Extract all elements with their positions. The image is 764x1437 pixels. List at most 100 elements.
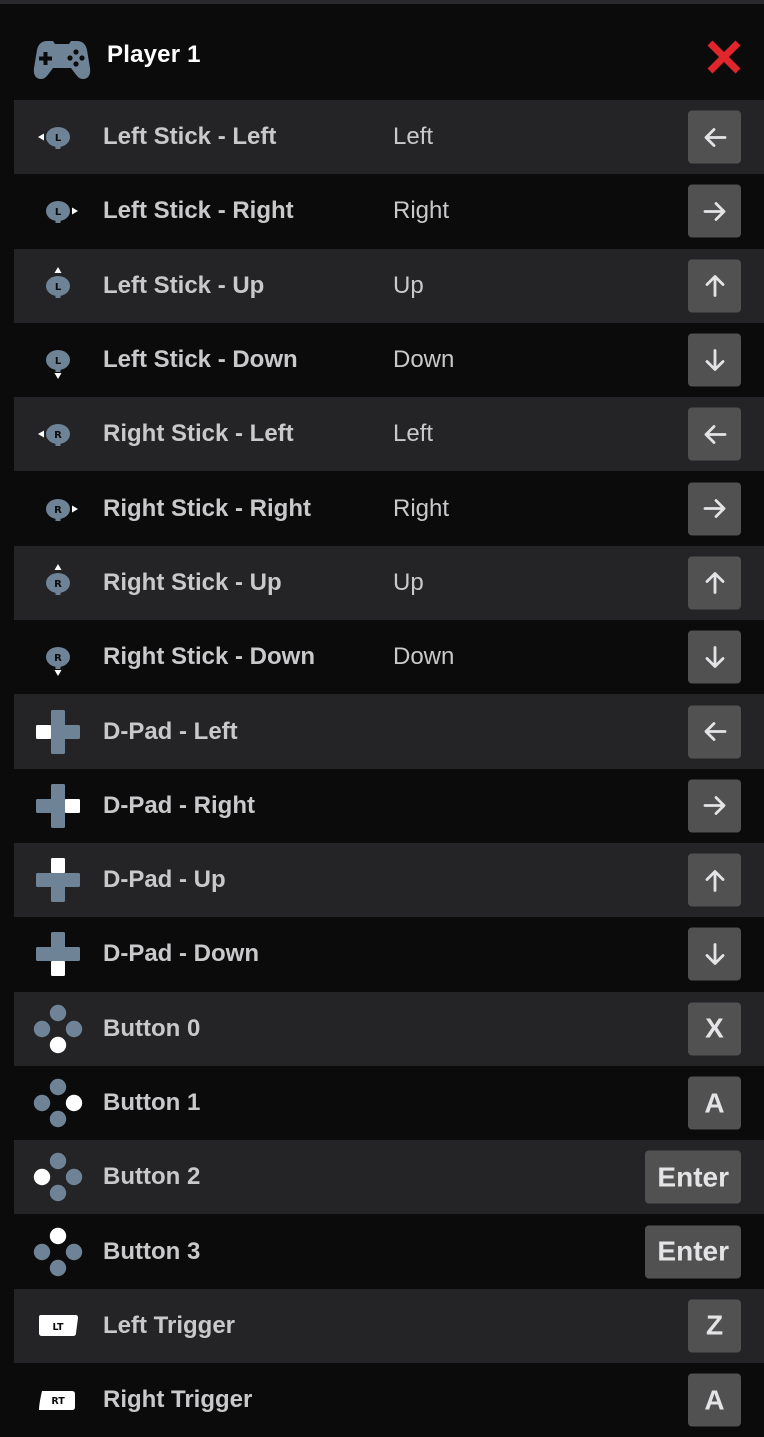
key-binding-label[interactable]: A: [704, 1384, 724, 1416]
mapped-direction-label: Left: [393, 123, 434, 151]
control-label: Right Stick - Up: [103, 568, 282, 596]
key-binding-button[interactable]: [688, 705, 741, 759]
control-label: Left Trigger: [103, 1311, 236, 1339]
control-label: Right Stick - Left: [103, 420, 294, 448]
control-label: Button 1: [103, 1089, 201, 1116]
key-binding-button[interactable]: [688, 482, 741, 536]
control-label: Button 0: [103, 1014, 201, 1042]
key-binding-label[interactable]: Z: [706, 1310, 723, 1342]
mapped-direction-label: Down: [393, 346, 455, 374]
control-label: Left Stick - Left: [103, 123, 277, 151]
arrow-right-icon[interactable]: [700, 494, 730, 524]
face-button-right-icon: [32, 1077, 84, 1129]
close-icon[interactable]: [707, 40, 741, 74]
key-binding-button[interactable]: A: [688, 1373, 741, 1427]
left-stick-left-icon: L: [32, 111, 84, 163]
left-stick-down-icon: L: [32, 334, 84, 386]
left-stick-up-icon: L: [32, 260, 84, 312]
binding-row: D-Pad - Up: [14, 842, 764, 918]
svg-text:LT: LT: [53, 1322, 64, 1333]
right-stick-right-icon: R: [32, 483, 84, 535]
dpad-right-icon: [32, 780, 84, 832]
binding-list: L Left Stick - Left Left L Left Stick - Righ…: [14, 100, 764, 1437]
mapped-direction-label: Down: [393, 643, 455, 671]
control-label: Left Stick - Down: [103, 346, 298, 374]
key-binding-button[interactable]: [688, 110, 741, 164]
binding-row: Button 1 A: [14, 1066, 764, 1140]
control-label: D-Pad - Up: [103, 866, 226, 894]
key-binding-button[interactable]: [688, 556, 741, 610]
right-stick-down-icon: R: [32, 631, 84, 683]
key-binding-button[interactable]: [688, 407, 741, 461]
key-binding-label[interactable]: X: [705, 1013, 724, 1045]
mapped-direction-label: Right: [393, 197, 450, 225]
binding-row: R Right Stick - Left Left: [14, 397, 764, 472]
close-button[interactable]: [707, 40, 741, 74]
key-binding-label[interactable]: A: [704, 1087, 724, 1119]
binding-row: Button 0 X: [14, 991, 764, 1066]
binding-row: R Right Stick - Down Down: [14, 620, 764, 694]
control-label: Right Stick - Down: [103, 643, 315, 671]
dpad-up-icon: [32, 854, 84, 906]
control-label: Button 3: [103, 1237, 201, 1265]
right-stick-up-icon: R: [32, 557, 84, 609]
key-binding-button[interactable]: Enter: [645, 1225, 741, 1279]
face-button-top-icon: [32, 1226, 84, 1278]
binding-row: Button 2 Enter: [14, 1140, 764, 1215]
arrow-up-icon[interactable]: [700, 271, 730, 301]
key-binding-button[interactable]: [688, 779, 741, 833]
arrow-down-icon[interactable]: [700, 345, 730, 375]
control-label: Button 2: [103, 1163, 201, 1191]
key-binding-button[interactable]: [688, 853, 741, 907]
key-binding-button[interactable]: [688, 184, 741, 238]
binding-row: RT Right Trigger A: [14, 1363, 764, 1437]
arrow-down-icon[interactable]: [700, 642, 730, 672]
arrow-right-icon[interactable]: [700, 196, 730, 226]
key-binding-button[interactable]: X: [688, 1002, 741, 1056]
key-binding-button[interactable]: [688, 259, 741, 313]
gamepad-icon: [33, 38, 91, 80]
left-trigger-icon: LT: [32, 1300, 84, 1352]
mapped-direction-label: Left: [393, 420, 434, 448]
key-binding-label[interactable]: Enter: [657, 1161, 729, 1193]
face-button-left-icon: [32, 1151, 84, 1203]
player-title: Player 1: [107, 41, 201, 68]
mapped-direction-label: Up: [393, 271, 424, 299]
key-binding-button[interactable]: [688, 333, 741, 387]
arrow-down-icon[interactable]: [700, 939, 730, 969]
key-binding-button[interactable]: [688, 927, 741, 981]
control-label: Right Trigger: [103, 1386, 253, 1414]
key-binding-label[interactable]: Enter: [657, 1236, 729, 1268]
binding-row: L Left Stick - Left Left: [14, 100, 764, 175]
arrow-up-icon[interactable]: [700, 568, 730, 598]
control-label: D-Pad - Right: [103, 791, 255, 819]
key-binding-button[interactable]: [688, 630, 741, 684]
arrow-right-icon[interactable]: [700, 791, 730, 821]
control-label: Right Stick - Right: [103, 494, 311, 522]
svg-text:L: L: [55, 356, 62, 367]
binding-row: D-Pad - Left: [14, 694, 764, 769]
binding-row: D-Pad - Right: [14, 769, 764, 843]
binding-row: R Right Stick - Up Up: [14, 545, 764, 621]
right-stick-left-icon: R: [32, 408, 84, 460]
binding-row: L Left Stick - Up Up: [14, 248, 764, 323]
right-trigger-icon: RT: [32, 1374, 84, 1426]
binding-row: D-Pad - Down: [14, 917, 764, 991]
dpad-down-icon: [32, 928, 84, 980]
key-binding-button[interactable]: A: [688, 1076, 741, 1130]
arrow-left-icon[interactable]: [700, 717, 730, 747]
svg-text:L: L: [55, 133, 62, 144]
key-binding-button[interactable]: Enter: [645, 1150, 741, 1204]
dpad-left-icon: [32, 706, 84, 758]
mapped-direction-label: Right: [393, 494, 450, 522]
arrow-up-icon[interactable]: [700, 865, 730, 895]
binding-row: L Left Stick - Right Right: [14, 174, 764, 248]
arrow-left-icon[interactable]: [700, 122, 730, 152]
arrow-left-icon[interactable]: [700, 419, 730, 449]
mapped-direction-label: Up: [393, 568, 424, 596]
svg-text:R: R: [54, 430, 62, 441]
control-label: D-Pad - Down: [103, 940, 259, 968]
binding-row: R Right Stick - Right Right: [14, 471, 764, 545]
key-binding-button[interactable]: Z: [688, 1299, 741, 1353]
svg-text:L: L: [55, 282, 62, 293]
